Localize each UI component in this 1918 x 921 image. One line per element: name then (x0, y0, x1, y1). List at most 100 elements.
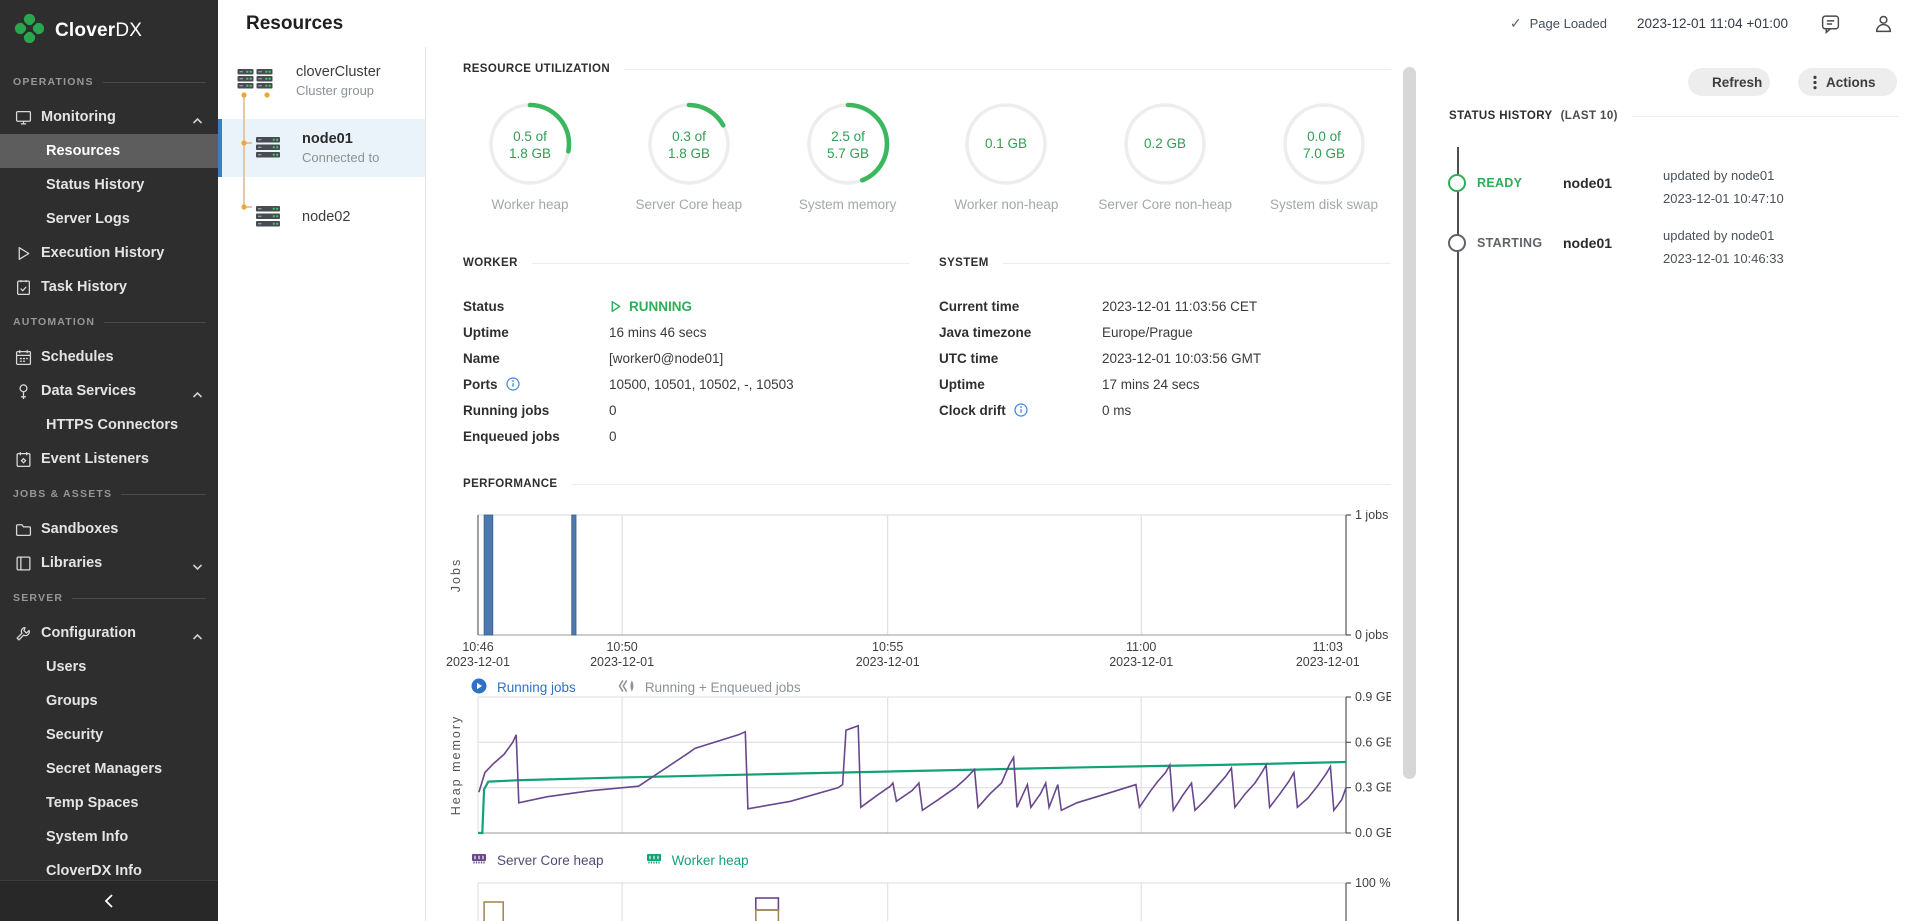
right-panel: Refresh Actions STATUS HISTORY (LAST 10)… (1420, 47, 1918, 921)
legend-item-worker-heap[interactable]: Worker heap (646, 852, 749, 868)
refresh-label: Refresh (1712, 75, 1762, 90)
sidebar-item-configuration[interactable]: Configuration (0, 616, 218, 650)
info-icon[interactable] (506, 377, 520, 391)
sidebar-item-libraries[interactable]: Libraries (0, 546, 218, 580)
sidebar-item-secret-managers[interactable]: Secret Managers (0, 752, 218, 786)
chevron-down-icon (192, 559, 203, 567)
actions-label: Actions (1826, 75, 1876, 90)
worker-row-uptime: Uptime16 mins 46 secs (463, 319, 928, 345)
scrollbar-track[interactable] (1399, 47, 1420, 921)
cpu-chart-partial: 100 % (446, 875, 1391, 921)
node-title: node01 (302, 131, 379, 147)
node-title: cloverCluster (296, 64, 381, 80)
svg-text:7.0 GB: 7.0 GB (1303, 146, 1345, 161)
page-title: Resources (246, 13, 343, 35)
field-label: Ports (463, 377, 498, 392)
sidebar-item-label: Execution History (41, 245, 164, 261)
gauge-label: Server Core heap (636, 197, 743, 212)
sidebar-item-label: Data Services (41, 383, 136, 399)
section-title: PERFORMANCE (463, 478, 558, 490)
actions-button[interactable]: Actions (1798, 68, 1897, 96)
gauge-label: System disk swap (1270, 197, 1378, 212)
sidebar-item-security[interactable]: Security (0, 718, 218, 752)
sidebar-item-temp-spaces[interactable]: Temp Spaces (0, 786, 218, 820)
sidebar-section-server: SERVER (0, 580, 218, 616)
system-row-current-time: Current time2023-12-01 11:03:56 CET (939, 293, 1391, 319)
sidebar-item-status-history[interactable]: Status History (0, 168, 218, 202)
refresh-button[interactable]: Refresh (1688, 68, 1770, 96)
sidebar-item-server-logs[interactable]: Server Logs (0, 202, 218, 236)
worker-row-enqueued-jobs: Enqueued jobs0 (463, 423, 928, 449)
sidebar-item-event-listeners[interactable]: Event Listeners (0, 442, 218, 476)
library-icon (15, 555, 32, 572)
svg-text:0.9 GB: 0.9 GB (1355, 690, 1391, 704)
worker-row-ports: Ports10500, 10501, 10502, -, 10503 (463, 371, 928, 397)
svg-text:2023-12-01: 2023-12-01 (1109, 655, 1173, 669)
sidebar-item-groups[interactable]: Groups (0, 684, 218, 718)
svg-text:1 jobs: 1 jobs (1355, 510, 1388, 522)
feedback-icon[interactable] (1820, 13, 1841, 34)
scrollbar-thumb[interactable] (1403, 67, 1416, 779)
sidebar-collapse-button[interactable] (0, 880, 218, 921)
section-title: STATUS HISTORY (1449, 110, 1553, 122)
node-subtitle: Cluster group (296, 83, 381, 98)
sidebar-item-label: Resources (46, 143, 120, 159)
field-value: 2023-12-01 10:03:56 GMT (1102, 351, 1261, 366)
sidebar-item-system-info[interactable]: System Info (0, 820, 218, 854)
sidebar-item-label: System Info (46, 829, 128, 845)
status-label: STARTING (1477, 236, 1542, 250)
sidebar-item-execution-history[interactable]: Execution History (0, 236, 218, 270)
sidebar-item-label: Secret Managers (46, 761, 162, 777)
field-label: Running jobs (463, 403, 549, 418)
system-table: Current time2023-12-01 11:03:56 CETJava … (939, 293, 1391, 423)
field-label: Status (463, 299, 504, 314)
node-item-node01[interactable]: node01Connected to (218, 119, 425, 177)
field-value: 0 (609, 403, 617, 418)
status-node: node01 (1563, 235, 1612, 251)
section-title: RESOURCE UTILIZATION (463, 63, 610, 75)
sidebar-item-monitoring[interactable]: Monitoring (0, 100, 218, 134)
node-item-node02[interactable]: node02 (218, 193, 425, 241)
heap-memory-chart: 0.9 GB0.6 GB0.3 GB0.0 GBHeap memory (446, 690, 1391, 845)
svg-text:2023-12-01: 2023-12-01 (856, 655, 920, 669)
field-value: 17 mins 24 secs (1102, 377, 1200, 392)
app-window: CloverDX OPERATIONSMonitoringResourcesSt… (0, 0, 1918, 921)
check-icon: ✓ (1510, 15, 1522, 32)
field-value: Europe/Prague (1102, 325, 1193, 340)
info-icon[interactable] (1014, 403, 1028, 417)
header-timestamp: 2023-12-01 11:04 +01:00 (1637, 16, 1788, 31)
field-value: 0 ms (1102, 403, 1131, 418)
logo[interactable]: CloverDX (0, 0, 218, 56)
worker-status-value: RUNNING (609, 299, 692, 314)
sidebar-section-label: SERVER (13, 592, 63, 604)
gauge-server-core-non-heap: 0.2 GBServer Core non-heap (1098, 101, 1232, 212)
sidebar-item-users[interactable]: Users (0, 650, 218, 684)
memory-icon (471, 852, 487, 868)
svg-text:0.2 GB: 0.2 GB (1144, 136, 1186, 151)
gauge-worker-heap: 0.5 of1.8 GBWorker heap (463, 101, 597, 212)
node-item-clovercluster[interactable]: cloverCluster Cluster group (218, 57, 425, 105)
sidebar-item-data-services[interactable]: Data Services (0, 374, 218, 408)
sidebar-item-label: Schedules (41, 349, 114, 365)
sidebar-item-https-connectors[interactable]: HTTPS Connectors (0, 408, 218, 442)
logo-text: CloverDX (55, 20, 142, 42)
svg-text:0.6 GB: 0.6 GB (1355, 735, 1391, 749)
status-dot (1448, 174, 1466, 192)
sidebar-item-task-history[interactable]: Task History (0, 270, 218, 304)
svg-text:2023-12-01: 2023-12-01 (1296, 655, 1360, 669)
page-loaded-label: Page Loaded (1530, 16, 1607, 31)
legend-item-server-core-heap[interactable]: Server Core heap (471, 852, 604, 868)
svg-text:Jobs: Jobs (449, 558, 463, 592)
worker-table: StatusRUNNINGUptime16 mins 46 secsName[w… (463, 293, 928, 449)
svg-text:2.5 of: 2.5 of (831, 129, 865, 144)
svg-text:0.0 of: 0.0 of (1307, 129, 1341, 144)
sidebar-item-resources[interactable]: Resources (0, 134, 218, 168)
server-icon (254, 137, 282, 159)
sidebar-item-schedules[interactable]: Schedules (0, 340, 218, 374)
status-label: READY (1477, 176, 1522, 190)
user-icon[interactable] (1873, 13, 1894, 34)
svg-text:0.3 of: 0.3 of (672, 129, 706, 144)
sidebar-item-sandboxes[interactable]: Sandboxes (0, 512, 218, 546)
chevron-up-icon (192, 629, 203, 637)
system-row-uptime: Uptime17 mins 24 secs (939, 371, 1391, 397)
